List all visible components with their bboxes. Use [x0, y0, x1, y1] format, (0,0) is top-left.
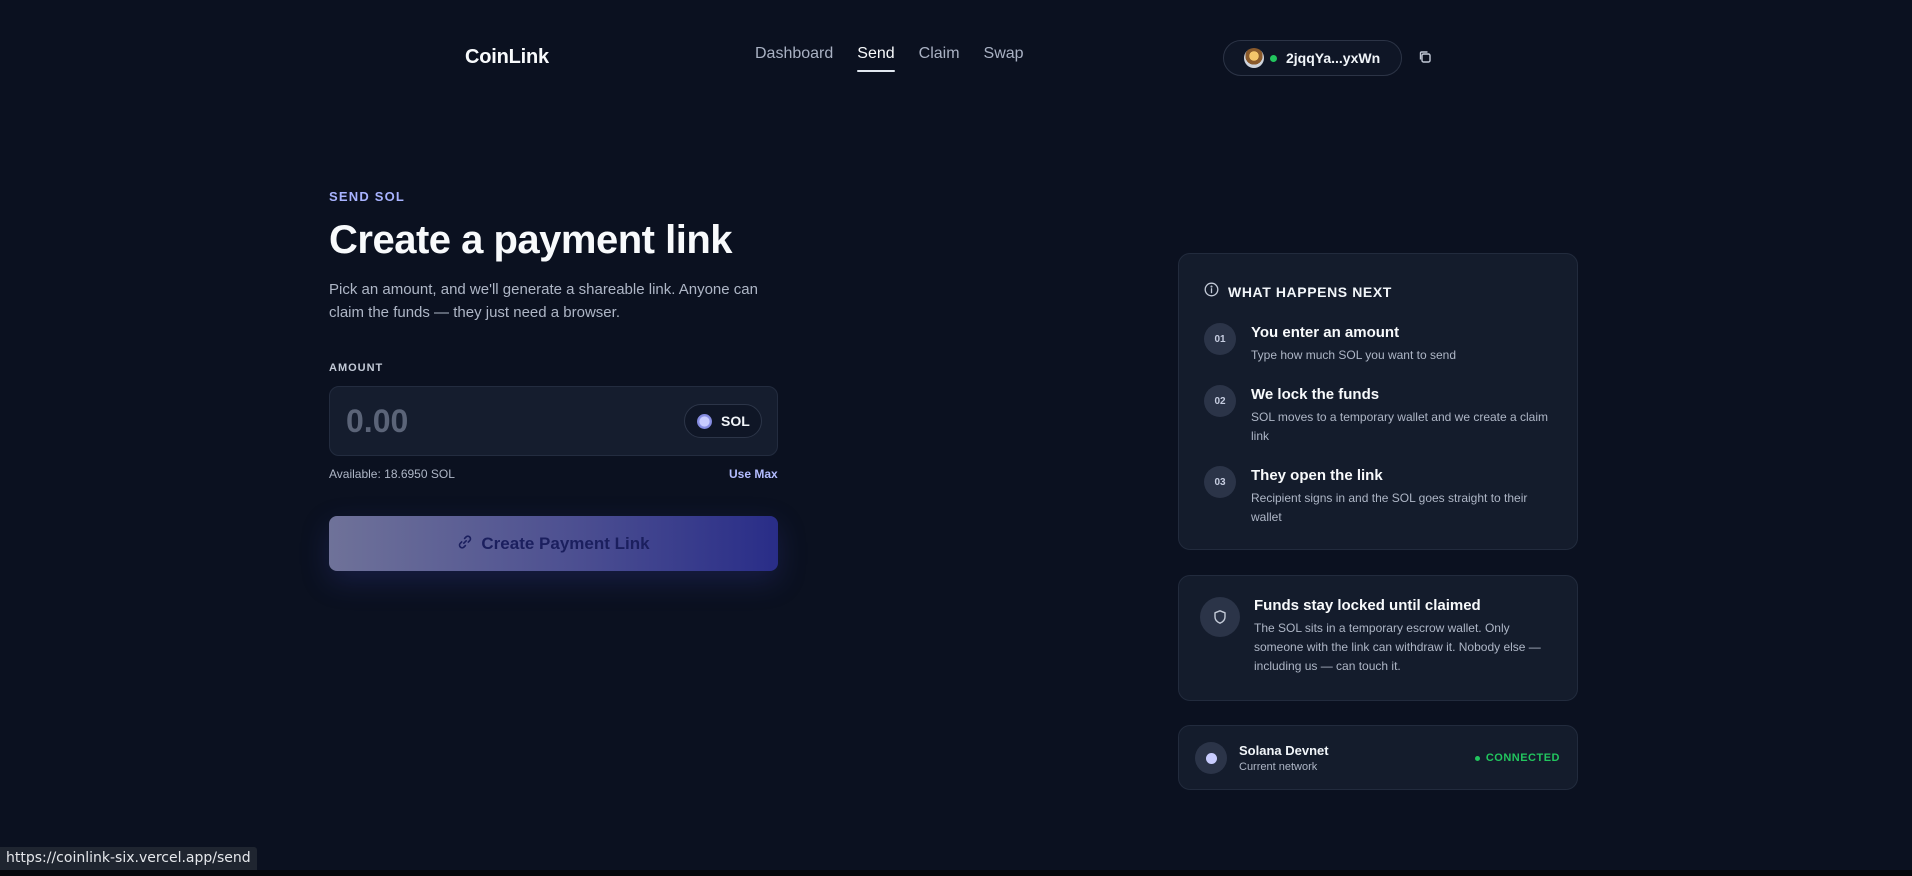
- network-status: CONNECTED: [1474, 752, 1560, 764]
- wallet-button[interactable]: 2jqqYa...yxWn: [1223, 40, 1402, 76]
- step-number: 01: [1204, 323, 1236, 355]
- step-title: They open the link: [1251, 467, 1383, 484]
- amount-label: AMOUNT: [329, 362, 384, 374]
- create-button-label: Create Payment Link: [481, 533, 650, 553]
- page-eyebrow: SEND SOL: [329, 189, 406, 204]
- link-icon: [457, 534, 473, 553]
- step-number: 02: [1204, 385, 1236, 417]
- network-card: Solana Devnet Current network CONNECTED: [1178, 725, 1578, 790]
- network-name: Solana Devnet: [1239, 743, 1329, 758]
- available-balance: Available: 18.6950 SOL: [329, 467, 455, 481]
- top-nav: CoinLink Dashboard Send Claim Swap 2jqqY…: [0, 0, 1912, 115]
- token-selector[interactable]: SOL: [684, 404, 762, 438]
- step-description: Recipient signs in and the SOL goes stra…: [1251, 491, 1528, 524]
- page-subtitle: Pick an amount, and we'll generate a sha…: [329, 281, 758, 321]
- brand-logo[interactable]: CoinLink: [465, 46, 549, 69]
- network-icon: [1195, 742, 1227, 774]
- status-dot-icon: [1474, 755, 1480, 761]
- nav-send[interactable]: Send: [857, 45, 896, 72]
- security-title: Funds stay locked until claimed: [1254, 597, 1481, 614]
- shield-icon: [1200, 597, 1240, 637]
- connected-dot-icon: [1270, 54, 1277, 62]
- scrollbar[interactable]: [1904, 0, 1912, 870]
- page-title: Create a payment link: [329, 218, 733, 262]
- step-number: 03: [1204, 466, 1236, 498]
- amount-input[interactable]: [346, 401, 646, 441]
- nav-claim[interactable]: Claim: [919, 45, 960, 69]
- status-label: CONNECTED: [1485, 752, 1560, 764]
- network-subtitle: Current network: [1239, 761, 1318, 773]
- wallet-avatar: [1244, 48, 1264, 68]
- token-symbol: SOL: [721, 413, 750, 429]
- sol-coin-icon: [697, 413, 712, 429]
- copy-icon[interactable]: [1418, 50, 1434, 66]
- what-happens-next-card: WHAT HAPPENS NEXT 01 You enter an amount…: [1178, 253, 1578, 550]
- nav-dashboard[interactable]: Dashboard: [755, 45, 833, 69]
- step-description: Type how much SOL you want to send: [1251, 348, 1457, 362]
- amount-field: SOL: [329, 386, 778, 456]
- card-heading: WHAT HAPPENS NEXT: [1228, 284, 1392, 300]
- create-payment-link-button[interactable]: Create Payment Link: [329, 516, 778, 571]
- security-card: Funds stay locked until claimed The SOL …: [1178, 575, 1578, 701]
- use-max-button[interactable]: Use Max: [729, 467, 778, 481]
- info-icon: [1204, 282, 1219, 302]
- step-title: You enter an amount: [1251, 324, 1400, 341]
- window-bottom-edge: [0, 870, 1912, 876]
- nav-links: Dashboard Send Claim Swap: [755, 45, 1024, 72]
- security-description: The SOL sits in a temporary escrow walle…: [1254, 621, 1541, 673]
- nav-swap[interactable]: Swap: [984, 45, 1024, 69]
- wallet-address: 2jqqYa...yxWn: [1286, 50, 1381, 66]
- step-description: SOL moves to a temporary wallet and we c…: [1251, 410, 1549, 443]
- step-title: We lock the funds: [1251, 386, 1380, 403]
- link-url-tooltip: https://coinlink-six.vercel.app/send: [0, 847, 257, 870]
